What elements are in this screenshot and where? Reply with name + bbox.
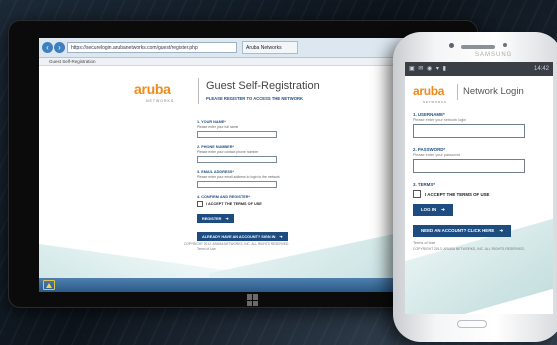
login-button[interactable]: LOG IN ➔: [413, 204, 453, 216]
status-time: 14:42: [533, 66, 549, 72]
phone-screen: ▣ ✉ ◉ ▾ ▮ 14:42 aruba NETWORKS Network L…: [405, 62, 553, 314]
registration-form: 1. YOUR NAME* Please enter your full nam…: [197, 120, 317, 251]
aruba-logo: aruba: [413, 84, 445, 98]
confirm-label: 4. CONFIRM AND REGISTER*: [197, 195, 251, 199]
back-icon[interactable]: ‹: [42, 42, 53, 53]
address-bar[interactable]: https://securelogin.arubanetworks.com/gu…: [67, 42, 237, 53]
page-subtitle: PLEASE REGISTER TO ACCESS THE NETWORK: [206, 96, 304, 101]
terms-label: I ACCEPT THE TERMS OF USE: [206, 202, 262, 206]
arrow-right-icon: ➔: [279, 235, 283, 239]
logo-subtitle: NETWORKS: [423, 100, 447, 104]
password-input[interactable]: [413, 159, 525, 173]
browser-toolbar: ‹ › https://securelogin.arubanetworks.co…: [39, 38, 449, 58]
field-hint: Please enter your password: [413, 153, 461, 157]
phone-page-header: aruba NETWORKS Network Login: [405, 76, 553, 104]
field-label: 2. PHONE NUMBER*: [197, 145, 234, 149]
terms-label: I ACCEPT THE TERMS OF USE: [425, 191, 490, 197]
login-form: 1. USERNAME* Please enter your network l…: [413, 112, 548, 251]
home-button[interactable]: [457, 320, 487, 328]
phone-field-group: 2. PHONE NUMBER* Please enter your conta…: [197, 145, 317, 163]
need-account-button[interactable]: NEED AN ACCOUNT? CLICK HERE ➔: [413, 225, 512, 237]
phone-device: SAMSUNG ▣ ✉ ◉ ▾ ▮ 14:42 aruba NETWORKS N…: [393, 32, 557, 342]
need-account-button-label: NEED AN ACCOUNT? CLICK HERE: [421, 228, 495, 233]
register-button[interactable]: REGISTER ➔: [197, 214, 234, 223]
sign-in-button[interactable]: ALREADY HAVE AN ACCOUNT? SIGN IN ➔: [197, 232, 288, 241]
username-input[interactable]: [413, 124, 525, 138]
page-header: aruba NETWORKS Guest Self-Registration P…: [134, 78, 394, 108]
camera-icon: [449, 43, 454, 48]
terms-section-label: 3. TERMS*: [413, 182, 435, 187]
field-label: 1. USERNAME*: [413, 112, 445, 117]
terms-link[interactable]: Terms of Use: [413, 241, 548, 245]
phone-input[interactable]: [197, 156, 277, 163]
terms-row: I ACCEPT THE TERMS OF USE: [413, 190, 548, 198]
sign-in-button-label: ALREADY HAVE AN ACCOUNT? SIGN IN: [202, 235, 276, 239]
status-icons: ▣ ✉ ◉ ▾ ▮: [409, 66, 447, 72]
favorites-bar[interactable]: Guest Self-Registration: [39, 58, 449, 66]
terms-link[interactable]: Terms of Use: [197, 247, 317, 251]
tablet-screen: ‹ › https://securelogin.arubanetworks.co…: [39, 38, 449, 292]
email-input[interactable]: [197, 181, 277, 188]
header-divider: [457, 84, 458, 100]
field-hint: Please enter your full name: [197, 125, 239, 129]
field-label: 2. PASSWORD*: [413, 147, 446, 152]
taskbar: [39, 278, 449, 292]
terms-checkbox[interactable]: [413, 190, 421, 198]
page-title: Guest Self-Registration: [206, 80, 320, 92]
field-label: 1. YOUR NAME*: [197, 120, 226, 124]
field-hint: Please enter your network login: [413, 118, 467, 122]
password-field-group: 2. PASSWORD* Please enter your password: [413, 147, 548, 173]
copyright-text: COPYRIGHT 2013, ARUBA NETWORKS, INC. ALL…: [184, 242, 290, 246]
arrow-right-icon: ➔: [225, 217, 229, 221]
name-input[interactable]: [197, 131, 277, 138]
field-hint: Please enter your contact phone number: [197, 150, 259, 154]
copyright-text: COPYRIGHT 2013, ARUBA NETWORKS, INC. ALL…: [413, 247, 525, 251]
username-field-group: 1. USERNAME* Please enter your network l…: [413, 112, 548, 138]
windows-button-icon[interactable]: [247, 294, 259, 306]
logo-subtitle: NETWORKS: [146, 99, 175, 103]
page-title: Network Login: [463, 86, 524, 97]
field-hint: Please enter your email address to login…: [197, 175, 280, 179]
register-button-label: REGISTER: [202, 217, 222, 221]
email-field-group: 3. EMAIL ADDRESS* Please enter your emai…: [197, 170, 317, 188]
speaker-grille: [461, 45, 495, 49]
arrow-right-icon: ➔: [499, 228, 504, 233]
arrow-right-icon: ➔: [441, 207, 445, 212]
login-button-label: LOG IN: [421, 207, 437, 212]
sensor-icon: [503, 43, 507, 47]
forward-icon[interactable]: ›: [54, 42, 65, 53]
name-field-group: 1. YOUR NAME* Please enter your full nam…: [197, 120, 317, 138]
status-bar: ▣ ✉ ◉ ▾ ▮ 14:42: [405, 62, 553, 76]
header-divider: [198, 78, 199, 104]
aruba-logo: aruba: [134, 81, 171, 97]
field-label: 3. EMAIL ADDRESS*: [197, 170, 234, 174]
phone-brand: SAMSUNG: [475, 52, 513, 58]
browser-tab[interactable]: Aruba Networks: [242, 41, 298, 54]
start-icon[interactable]: [43, 280, 55, 290]
